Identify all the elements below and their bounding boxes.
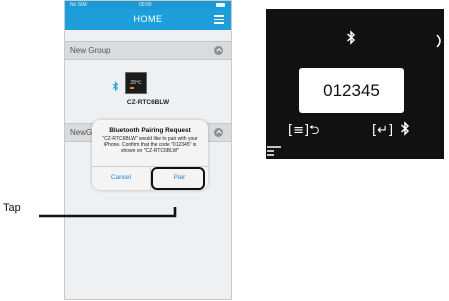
battery-icon [216, 3, 225, 7]
device-name: CZ-RTC6BLW [126, 99, 170, 106]
chevron-up-icon[interactable] [214, 128, 223, 137]
dialog-message: "CZ-RTC6BLW" would like to pair with you… [102, 136, 198, 154]
group-header-new-group[interactable]: New Group [65, 41, 231, 60]
clock-text: 00:00 [139, 2, 152, 8]
hamburger-icon[interactable] [214, 15, 224, 24]
status-bar: No SIM 00:00 [65, 1, 231, 9]
bluetooth-icon [401, 121, 410, 136]
app-header: HOME [65, 9, 231, 30]
menu-back-button-label: [≡]⮌ [288, 123, 320, 138]
bluetooth-icon [266, 30, 436, 48]
device-item[interactable]: 28℃ CZ-RTC6BLW [65, 67, 231, 117]
edge-bracket-icon [436, 34, 441, 48]
page-title: HOME [133, 14, 163, 24]
group-label: NewG [70, 128, 93, 137]
dialog-title: Bluetooth Pairing Request [109, 127, 191, 134]
group-label: New Group [70, 46, 111, 55]
tap-callout-label: Tap [3, 202, 21, 214]
cancel-button[interactable]: Cancel [92, 167, 150, 190]
chevron-up-icon[interactable] [214, 46, 223, 55]
phone-screen: No SIM 00:00 HOME New Group 28℃ CZ-RTC6B… [64, 0, 232, 300]
bluetooth-icon [112, 81, 119, 92]
edge-mark-icon [267, 146, 281, 156]
enter-button-label: [↵] [372, 121, 410, 138]
thermostat-thumbnail: 28℃ [125, 72, 147, 94]
enter-label-text: [↵] [372, 123, 394, 138]
callout-leader-line [39, 207, 177, 218]
thermostat-display: 012345 [≡]⮌ [↵] [266, 9, 444, 159]
carrier-text: No SIM [70, 2, 87, 8]
pairing-code: 012345 [323, 81, 380, 100]
code-display-box: 012345 [299, 68, 404, 113]
tap-highlight-ring [151, 167, 205, 190]
